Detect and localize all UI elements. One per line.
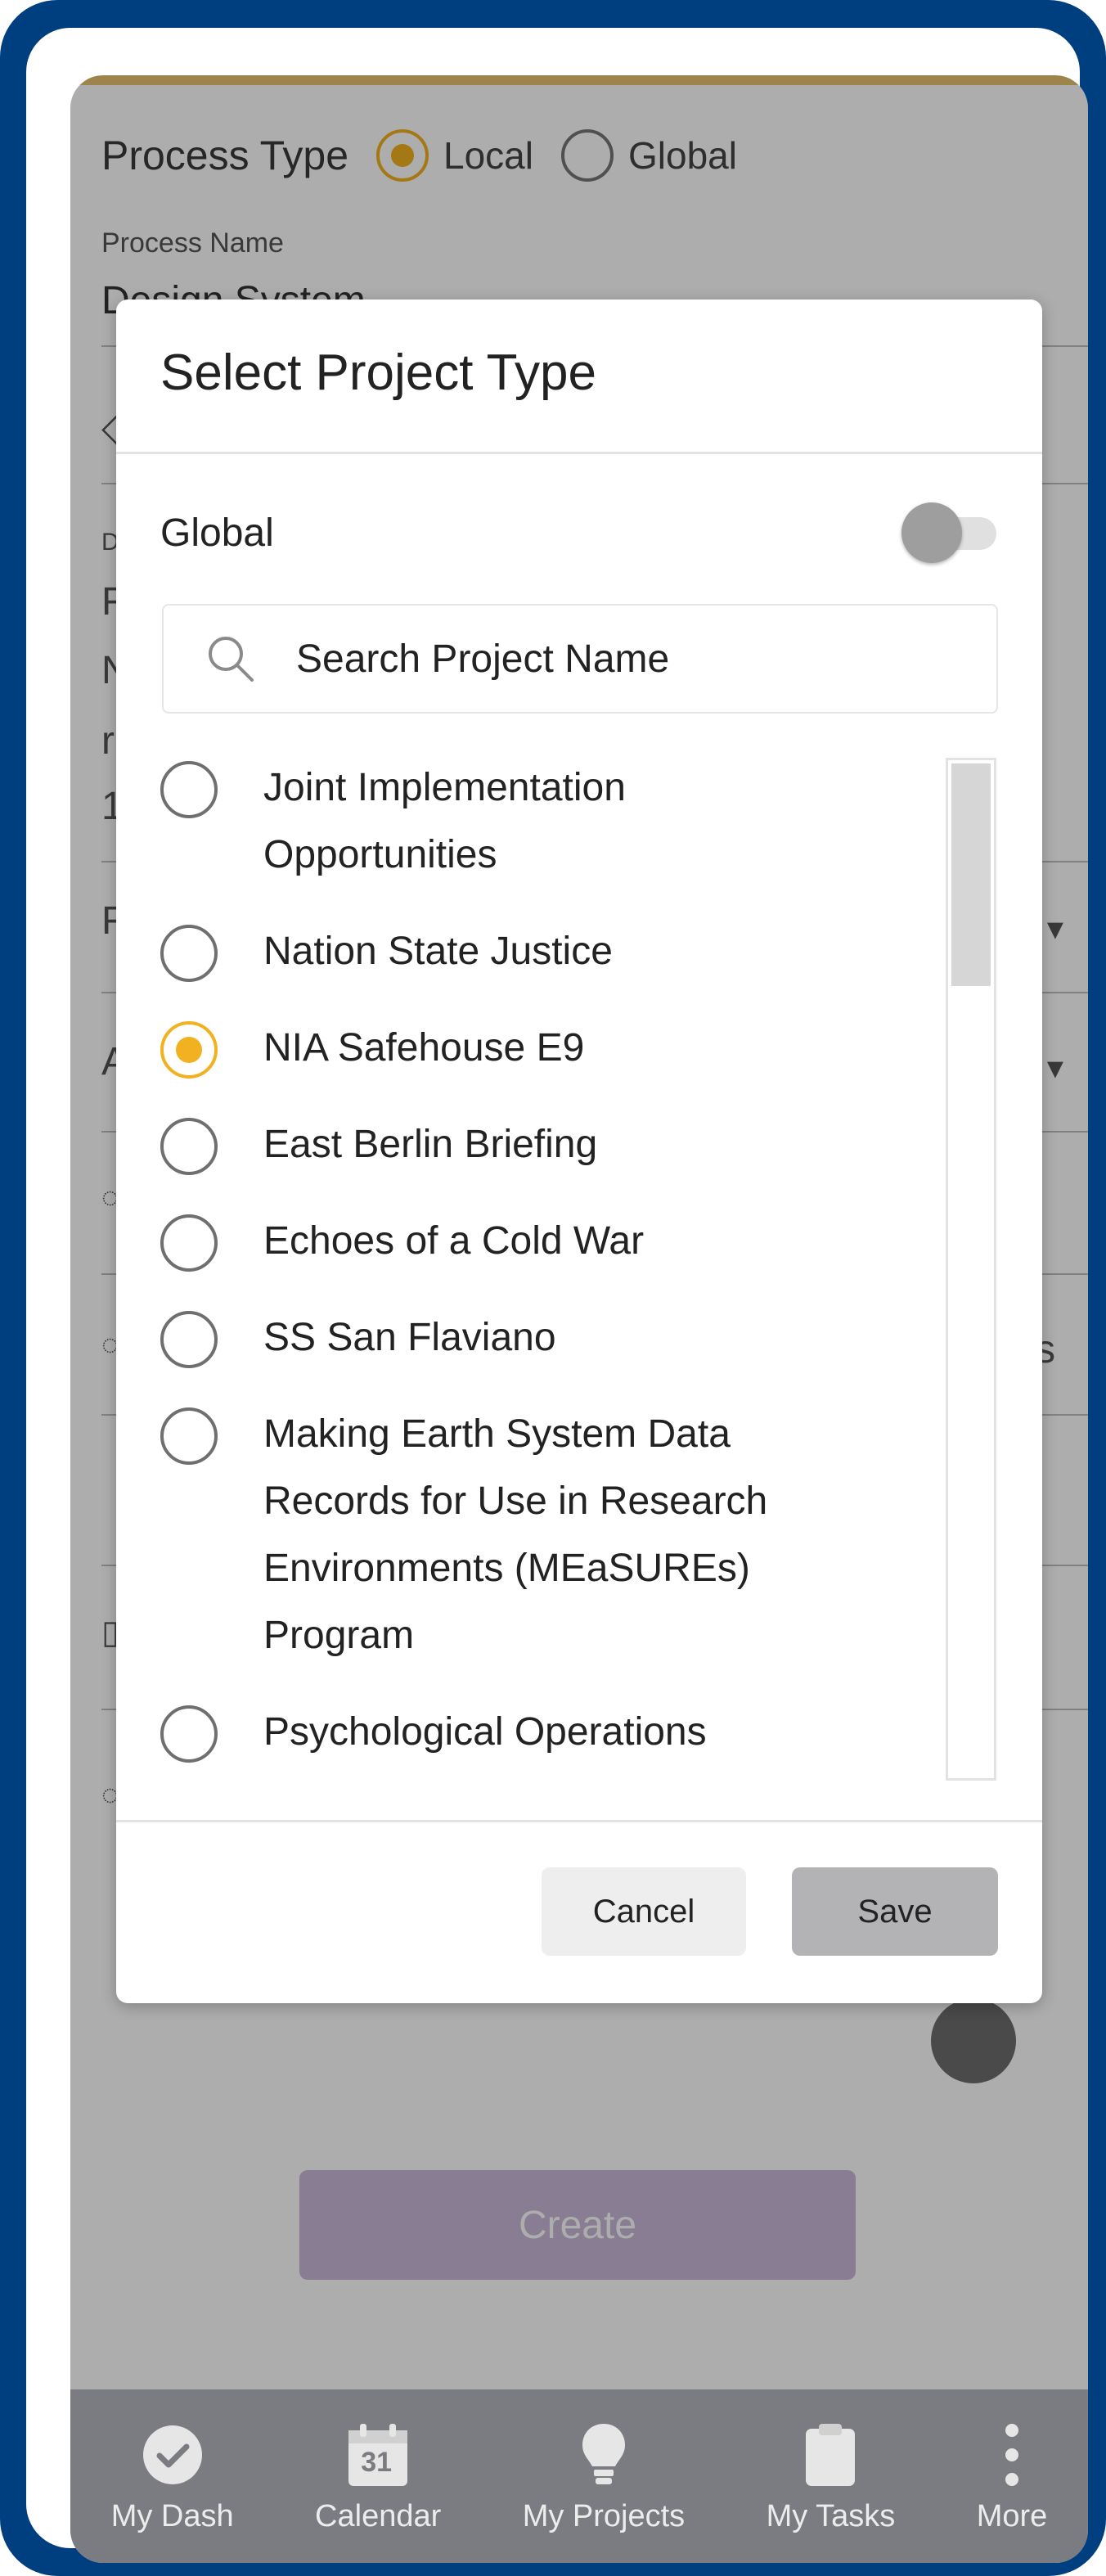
save-button[interactable]: Save — [792, 1867, 998, 1956]
list-item-label: SS San Flaviano — [263, 1316, 556, 1359]
list-item-label: East Berlin Briefing — [263, 1123, 598, 1166]
bottom-navigation: My Dash 31 Calendar My Projects My Tasks… — [70, 2389, 1088, 2563]
radio-button-selected[interactable] — [160, 1021, 218, 1079]
search-box[interactable] — [162, 604, 998, 714]
list-item-label: Psychological Operations — [263, 1710, 707, 1754]
device-bezel: Process Type Local Global Process Name D… — [26, 28, 1088, 2563]
global-toggle[interactable] — [901, 502, 998, 563]
list-item-label: Echoes of a Cold War — [263, 1219, 645, 1263]
list-item[interactable]: NIA Safehouse E9 — [116, 1018, 951, 1082]
list-item[interactable]: Joint Implementation Opportunities — [116, 758, 951, 889]
check-circle-icon — [140, 2422, 205, 2488]
search-icon — [209, 637, 254, 682]
calendar-icon-day: 31 — [361, 2447, 393, 2478]
nav-label-my-dash: My Dash — [110, 2499, 234, 2533]
device-frame: Process Type Local Global Process Name D… — [0, 0, 1106, 2576]
select-project-type-dialog: Select Project Type Global Search Projec… — [116, 299, 1042, 2003]
search-input[interactable] — [294, 635, 933, 682]
more-vertical-icon — [979, 2422, 1045, 2488]
list-item[interactable]: SS San Flaviano — [116, 1308, 951, 1371]
list-item[interactable]: Psychological Operations — [116, 1702, 951, 1766]
clipboard-icon — [798, 2422, 863, 2488]
scrollbar-thumb[interactable] — [951, 763, 991, 986]
radio-button[interactable] — [160, 1118, 218, 1175]
calendar-icon: 31 — [345, 2422, 411, 2488]
nav-item-my-tasks[interactable]: My Tasks — [766, 2422, 896, 2534]
radio-button[interactable] — [160, 1705, 218, 1763]
nav-item-my-projects[interactable]: My Projects — [523, 2422, 685, 2534]
app-screen: Process Type Local Global Process Name D… — [70, 75, 1088, 2563]
list-item[interactable]: East Berlin Briefing — [116, 1115, 951, 1178]
nav-item-more[interactable]: More — [976, 2422, 1048, 2534]
cancel-button[interactable]: Cancel — [542, 1867, 746, 1956]
project-type-list: Joint Implementation Opportunities Natio… — [116, 758, 951, 1790]
dialog-footer-divider — [116, 1820, 1042, 1822]
nav-item-calendar[interactable]: 31 Calendar — [315, 2422, 441, 2534]
list-item-label: NIA Safehouse E9 — [263, 1026, 585, 1070]
list-scrollbar[interactable] — [946, 758, 996, 1781]
global-toggle-label: Global — [160, 511, 274, 555]
nav-label-my-projects: My Projects — [522, 2499, 686, 2533]
list-item-label: Joint Implementation Opportunities — [263, 766, 626, 876]
list-item-label: Making Earth System Data Records for Use… — [263, 1412, 768, 1657]
radio-button[interactable] — [160, 1311, 218, 1368]
nav-label-calendar: Calendar — [315, 2499, 442, 2533]
lightbulb-icon — [571, 2422, 636, 2488]
radio-button[interactable] — [160, 1214, 218, 1272]
radio-button[interactable] — [160, 1407, 218, 1465]
nav-label-my-tasks: My Tasks — [766, 2499, 896, 2533]
list-item[interactable]: Echoes of a Cold War — [116, 1211, 951, 1275]
dialog-header-divider — [116, 452, 1042, 454]
dialog-title: Select Project Type — [160, 345, 597, 401]
radio-button[interactable] — [160, 925, 218, 982]
list-item[interactable]: Making Earth System Data Records for Use… — [116, 1404, 951, 1669]
list-item[interactable]: Nation State Justice — [116, 921, 951, 985]
list-item-label: Nation State Justice — [263, 930, 613, 973]
radio-button[interactable] — [160, 761, 218, 818]
toggle-knob[interactable] — [901, 502, 962, 563]
nav-label-more: More — [976, 2499, 1048, 2533]
nav-item-my-dash[interactable]: My Dash — [111, 2422, 234, 2534]
